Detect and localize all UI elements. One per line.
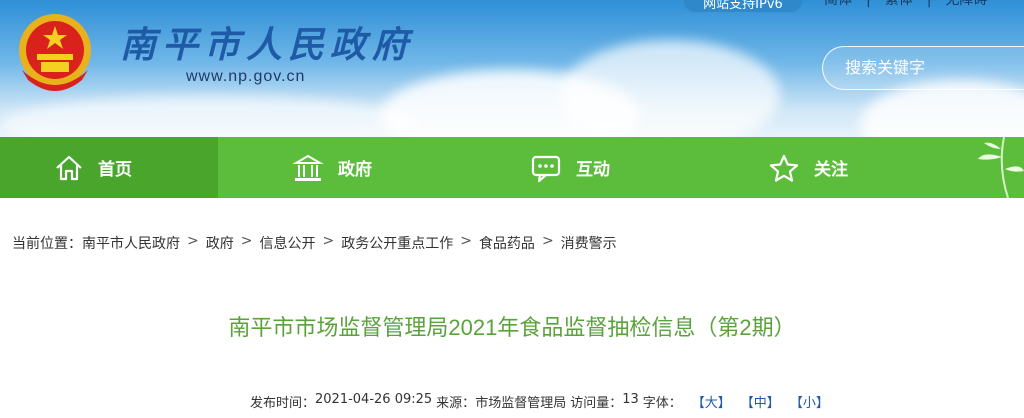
font-size-label: 字体： (642, 396, 682, 411)
nav-label: 互动 (576, 160, 610, 180)
nav-label: 首页 (98, 160, 132, 180)
lang-traditional-link[interactable]: 繁体 (871, 0, 927, 12)
site-header: 南平市人民政府 www.np.gov.cn 网站支持IPv6 简体 | 繁体 |… (0, 0, 1024, 137)
ipv6-badge[interactable]: 网站支持IPv6 (684, 0, 802, 12)
national-emblem-icon (19, 14, 91, 91)
views-label: 访问量： (570, 396, 623, 411)
article-title: 南平市市场监督管理局2021年食品监督抽检信息（第2期） (228, 315, 796, 340)
breadcrumb-separator: > (541, 233, 554, 249)
breadcrumb-separator: > (240, 233, 253, 249)
font-size-large-button[interactable]: 【大】 (692, 392, 731, 411)
font-size-medium-button[interactable]: 【中】 (741, 392, 780, 411)
star-icon (769, 154, 799, 182)
breadcrumb-link[interactable]: 南平市人民政府 (82, 233, 180, 253)
nav-item-home[interactable]: 首页 (0, 137, 218, 198)
publish-label: 发布时间： (250, 396, 316, 411)
main-nav: 首页 政府 互动 关注 (0, 137, 1024, 198)
lang-simplified-link[interactable]: 简体 (810, 0, 866, 12)
breadcrumb: 当前位置： 南平市人民政府 > 政府 > 信息公开 > 政务公开重点工作 > 食… (12, 233, 617, 253)
nav-item-interaction[interactable]: 互动 (530, 137, 610, 198)
site-url: www.np.gov.cn (186, 68, 306, 85)
breadcrumb-separator: > (187, 233, 199, 249)
search-input[interactable]: 搜索关键字 (822, 46, 1024, 90)
site-title: 南平市人民政府 (120, 24, 415, 66)
font-size-small-button[interactable]: 【小】 (790, 392, 829, 411)
nav-label: 政府 (338, 160, 372, 180)
breadcrumb-link[interactable]: 政府 (206, 233, 234, 253)
source-value: 市场监督管理局 (475, 396, 567, 411)
accessibility-link[interactable]: 无障碍 (931, 0, 1001, 12)
breadcrumb-link[interactable]: 信息公开 (259, 233, 315, 253)
breadcrumb-separator: > (322, 233, 335, 249)
nav-item-government[interactable]: 政府 (292, 137, 372, 198)
bamboo-decoration-icon (978, 137, 1024, 198)
home-icon (56, 155, 82, 180)
nav-item-follow[interactable]: 关注 (768, 137, 848, 198)
views-count: 13 (622, 392, 639, 407)
chat-bubble-icon (531, 155, 561, 182)
source-label: 来源： (436, 396, 476, 411)
breadcrumb-link[interactable]: 食品药品 (479, 233, 535, 253)
breadcrumb-link[interactable]: 政务公开重点工作 (341, 233, 453, 253)
breadcrumb-link[interactable]: 消费警示 (561, 233, 617, 253)
publish-time: 2021-04-26 09:25 (315, 392, 433, 407)
nav-label: 关注 (814, 160, 848, 180)
language-links: 简体 | 繁体 | 无障碍 (810, 0, 1001, 12)
article-meta: 发布时间： 2021-04-26 09:25 来源： 市场监督管理局 访问量： … (250, 392, 829, 411)
breadcrumb-separator: > (460, 233, 472, 249)
government-building-icon (292, 154, 324, 181)
breadcrumb-prefix: 当前位置： (12, 236, 82, 252)
